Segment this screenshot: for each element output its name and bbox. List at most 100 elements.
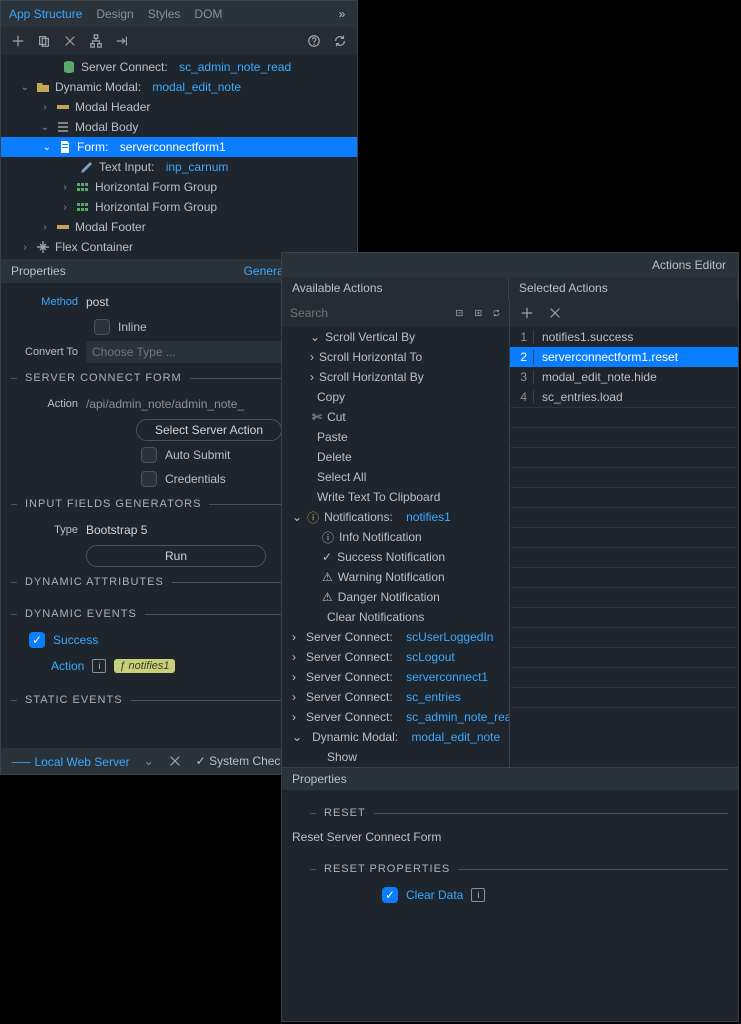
action-scroll-h-to[interactable]: ›Scroll Horizontal To: [282, 347, 509, 367]
scissors-icon: ✄: [312, 410, 322, 424]
search-bar: [282, 299, 509, 327]
close-icon[interactable]: [63, 34, 77, 48]
copy-icon[interactable]: [37, 34, 51, 48]
system-check[interactable]: ✓ System Check: [196, 754, 287, 768]
selected-row[interactable]: 1notifies1.success: [510, 327, 738, 347]
action-sc1[interactable]: ›Server Connect: serverconnect1: [282, 667, 509, 687]
actions-editor-title: Actions Editor: [652, 258, 726, 272]
chevron-down-icon[interactable]: ⌄: [144, 754, 154, 768]
chevron-down-icon[interactable]: ⌄: [41, 142, 53, 153]
action-sc-logout[interactable]: ›Server Connect: scLogout: [282, 647, 509, 667]
tree-hfg[interactable]: › Horizontal Form Group: [1, 197, 357, 217]
right-properties-title: Properties: [282, 768, 738, 790]
tree-link: modal_edit_note: [152, 80, 241, 94]
export-icon[interactable]: [115, 34, 129, 48]
plus-icon[interactable]: [11, 34, 25, 48]
action-info-notification[interactable]: ⓘInfo Notification: [282, 527, 509, 547]
available-actions-column: ⌄Scroll Vertical By ›Scroll Horizontal T…: [282, 299, 510, 767]
action-badge[interactable]: ƒ notifies1: [114, 659, 174, 673]
action-sc-entries[interactable]: ›Server Connect: sc_entries: [282, 687, 509, 707]
chevron-right-icon[interactable]: ›: [19, 242, 31, 253]
action-dynamic-modal[interactable]: ⌄Dynamic Modal: modal_edit_note: [282, 727, 509, 747]
credentials-checkbox[interactable]: [141, 471, 157, 487]
action-warning-notification[interactable]: ⚠Warning Notification: [282, 567, 509, 587]
action-write-clipboard[interactable]: Write Text To Clipboard: [282, 487, 509, 507]
selected-row[interactable]: 2serverconnectform1.reset: [510, 347, 738, 367]
action-sc-admin[interactable]: ›Server Connect: sc_admin_note_read: [282, 707, 509, 727]
run-button[interactable]: Run: [86, 545, 266, 567]
selected-row[interactable]: 3modal_edit_note.hide: [510, 367, 738, 387]
action-cut[interactable]: ✄Cut: [282, 407, 509, 427]
plus-icon[interactable]: [520, 306, 534, 320]
chevron-right-icon[interactable]: ›: [59, 182, 71, 193]
action-delete[interactable]: Delete: [282, 447, 509, 467]
clear-data-checkbox[interactable]: ✓: [382, 887, 398, 903]
inline-checkbox[interactable]: [94, 319, 110, 335]
action-clear-notifications[interactable]: Clear Notifications: [282, 607, 509, 627]
chevron-right-icon[interactable]: ›: [39, 222, 51, 233]
tree-modal-body[interactable]: ⌄ Modal Body: [1, 117, 357, 137]
chevron-right-icon[interactable]: »: [335, 7, 349, 21]
tab-styles[interactable]: Styles: [148, 7, 181, 21]
action-select-all[interactable]: Select All: [282, 467, 509, 487]
tree-hfg[interactable]: › Horizontal Form Group: [1, 177, 357, 197]
close-icon[interactable]: [168, 754, 182, 768]
action-danger-notification[interactable]: ⚠Danger Notification: [282, 587, 509, 607]
body-columns: ⌄Scroll Vertical By ›Scroll Horizontal T…: [282, 299, 738, 767]
bar-icon: [55, 219, 71, 235]
select-server-button[interactable]: Select Server Action: [136, 419, 282, 441]
tree-form[interactable]: ⌄ Form: serverconnectform1: [1, 137, 357, 157]
refresh-icon[interactable]: [333, 34, 347, 48]
properties-title: Properties: [11, 264, 234, 278]
search-input[interactable]: [290, 306, 445, 320]
check-icon: ✓: [322, 550, 332, 564]
action-notifications[interactable]: ⌄ⓘNotifications: notifies1: [282, 507, 509, 527]
tree-modal-header[interactable]: › Modal Header: [1, 97, 357, 117]
structure-toolbar: [1, 27, 357, 55]
collapse-icon[interactable]: [455, 306, 464, 320]
structure-tree: Server Connect: sc_admin_note_read ⌄ Dyn…: [1, 55, 357, 259]
action-copy[interactable]: Copy: [282, 387, 509, 407]
expand-icon[interactable]: [474, 306, 483, 320]
success-checkbox[interactable]: ✓: [29, 632, 45, 648]
selected-actions-column: 1notifies1.success 2serverconnectform1.r…: [510, 299, 738, 767]
tree-modal[interactable]: ⌄ Dynamic Modal: modal_edit_note: [1, 77, 357, 97]
close-icon[interactable]: [548, 306, 562, 320]
pencil-icon: [79, 159, 95, 175]
action-success-notification[interactable]: ✓Success Notification: [282, 547, 509, 567]
tab-design[interactable]: Design: [96, 7, 133, 21]
chevron-right-icon[interactable]: ›: [59, 202, 71, 213]
selected-toolbar: [510, 299, 738, 327]
refresh-icon[interactable]: [492, 306, 501, 320]
info-icon[interactable]: i: [471, 888, 485, 902]
help-icon[interactable]: [307, 34, 321, 48]
tab-app-structure[interactable]: App Structure: [9, 7, 82, 21]
server-indicator[interactable]: ⸺ Local Web Server: [11, 753, 130, 770]
tree-text-input[interactable]: Text Input: inp_carnum: [1, 157, 357, 177]
section-reset: RESET: [282, 800, 738, 826]
action-scroll-v-by[interactable]: ⌄Scroll Vertical By: [282, 327, 509, 347]
warning-icon: ⚠: [322, 590, 333, 604]
action-show[interactable]: Show: [282, 747, 509, 767]
clear-data-row[interactable]: ✓ Clear Data i: [282, 882, 738, 908]
tab-dom[interactable]: DOM: [194, 7, 222, 21]
chevron-right-icon[interactable]: ›: [39, 102, 51, 113]
selected-row[interactable]: 4sc_entries.load: [510, 387, 738, 407]
action-paste[interactable]: Paste: [282, 427, 509, 447]
tab-general[interactable]: General: [244, 264, 287, 278]
credentials-label: Credentials: [165, 472, 226, 486]
file-icon: [57, 139, 73, 155]
tree-label: Flex Container: [55, 240, 133, 254]
sitemap-icon[interactable]: [89, 34, 103, 48]
chevron-down-icon[interactable]: ⌄: [39, 122, 51, 133]
info-icon: ⓘ: [322, 529, 334, 546]
info-icon[interactable]: i: [92, 659, 106, 673]
tree-server-connect[interactable]: Server Connect: sc_admin_note_read: [1, 57, 357, 77]
clear-data-label: Clear Data: [406, 888, 463, 902]
action-scroll-h-by[interactable]: ›Scroll Horizontal By: [282, 367, 509, 387]
auto-submit-checkbox[interactable]: [141, 447, 157, 463]
chevron-down-icon[interactable]: ⌄: [19, 82, 31, 93]
tree-footer[interactable]: › Modal Footer: [1, 217, 357, 237]
action-sc-user[interactable]: ›Server Connect: scUserLoggedIn: [282, 627, 509, 647]
auto-submit-label: Auto Submit: [165, 448, 230, 462]
